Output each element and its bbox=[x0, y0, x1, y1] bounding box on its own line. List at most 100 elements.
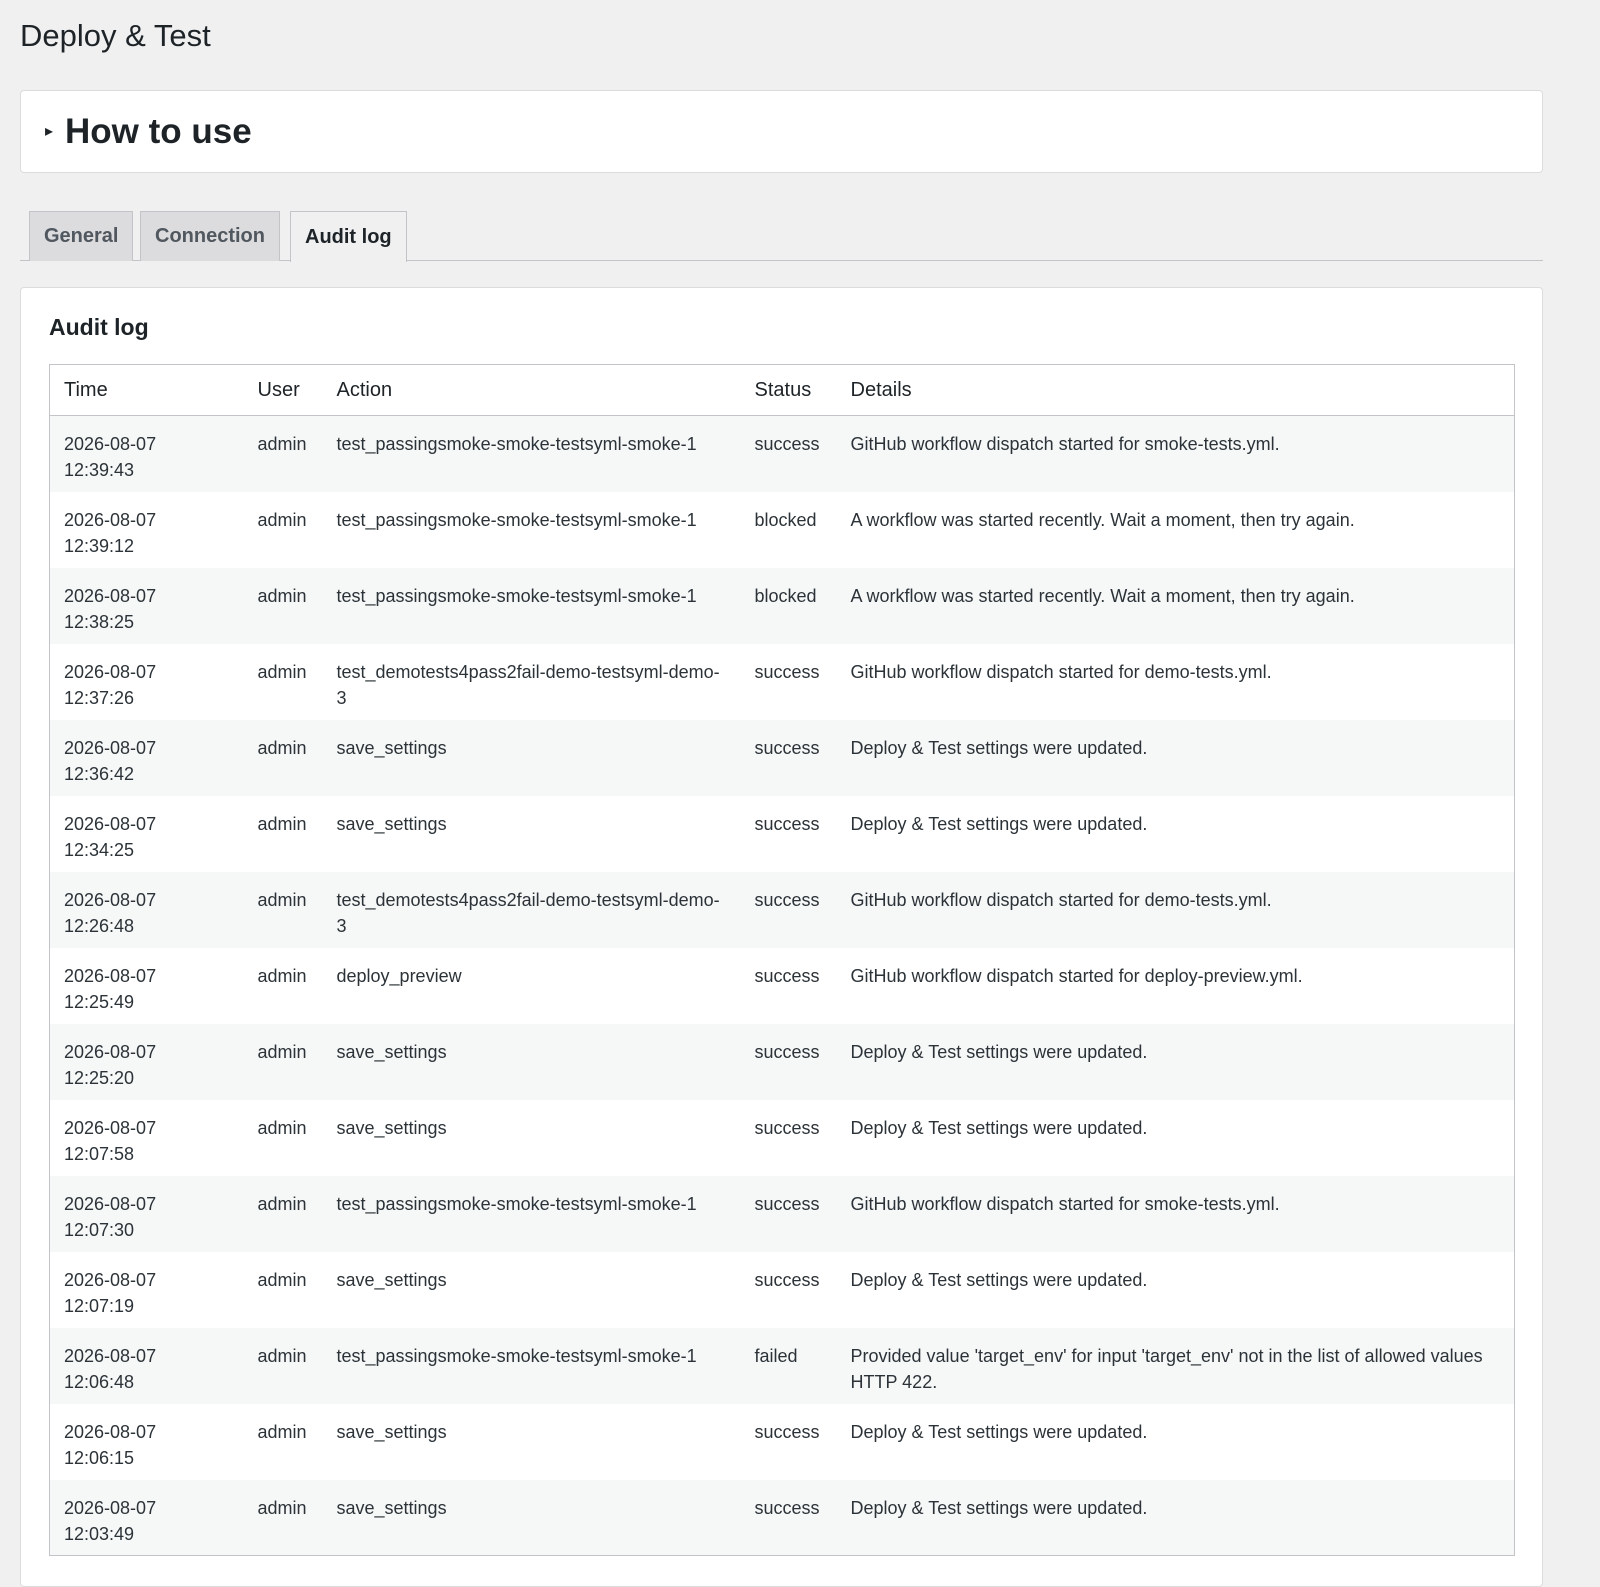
cell-time: 2026-08-07 12:36:42 bbox=[49, 719, 244, 796]
cell-status: success bbox=[740, 1023, 837, 1100]
cell-date-text: 2026-08-07 bbox=[64, 1117, 157, 1138]
cell-status: success bbox=[740, 719, 837, 796]
cell-user: admin bbox=[243, 643, 323, 720]
audit-log-rows: 2026-08-07 12:39:43 admin test_passingsmoke… bbox=[49, 415, 1515, 1556]
cell-time: 2026-08-07 12:25:49 bbox=[49, 947, 244, 1024]
cell-clock-text: 12:26:48 bbox=[64, 915, 135, 936]
column-header-action: Action bbox=[322, 364, 741, 416]
cell-date-text: 2026-08-07 bbox=[64, 434, 157, 454]
cell-details: Deploy & Test settings were updated. bbox=[836, 719, 1515, 796]
tab-general[interactable]: General bbox=[29, 211, 134, 261]
cell-status: success bbox=[740, 1403, 837, 1480]
cell-user: admin bbox=[243, 719, 323, 796]
cell-status: success bbox=[740, 795, 837, 872]
cell-time: 2026-08-07 12:34:25 bbox=[49, 795, 244, 872]
cell-date-text: 2026-08-07 bbox=[64, 1421, 157, 1442]
cell-time: 2026-08-07 12:07:58 bbox=[49, 1099, 244, 1176]
cell-time: 2026-08-07 12:25:20 bbox=[49, 1023, 244, 1100]
tab-bar: General Connection Audit log bbox=[20, 211, 1543, 262]
column-header-status: Status bbox=[740, 364, 837, 416]
cell-action: save_settings bbox=[322, 795, 741, 872]
table-row: 2026-08-07 12:34:25 admin save_settings succ… bbox=[49, 795, 1515, 872]
cell-time: 2026-08-07 12:38:25 bbox=[49, 567, 244, 644]
cell-details: Deploy & Test settings were updated. bbox=[836, 1023, 1515, 1100]
cell-clock-text: 12:07:58 bbox=[64, 1143, 135, 1164]
cell-action: test_demotests4pass2fail-demo-testsyml-d… bbox=[322, 643, 741, 720]
cell-date-text: 2026-08-07 bbox=[64, 813, 157, 834]
cell-status: blocked bbox=[740, 567, 837, 644]
audit-log-table: Time User Action Status Details 2026-08-… bbox=[49, 364, 1515, 1556]
tab-connection[interactable]: Connection bbox=[140, 211, 280, 261]
table-row: 2026-08-07 12:39:43 admin test_passingsmoke… bbox=[49, 415, 1515, 492]
table-row: 2026-08-07 12:25:20 admin save_settings succ… bbox=[49, 1023, 1515, 1100]
table-row: 2026-08-07 12:36:42 admin save_settings succ… bbox=[49, 719, 1515, 796]
cell-time: 2026-08-07 12:39:12 bbox=[49, 491, 244, 568]
triangle-right-icon: ▸ bbox=[45, 122, 54, 140]
cell-user: admin bbox=[243, 947, 323, 1024]
cell-date-text: 2026-08-07 bbox=[64, 889, 157, 910]
cell-time: 2026-08-07 12:07:19 bbox=[49, 1251, 244, 1328]
cell-details: Deploy & Test settings were updated. bbox=[836, 1251, 1515, 1328]
cell-user: admin bbox=[243, 871, 323, 948]
cell-clock-text: 12:36:42 bbox=[64, 763, 135, 784]
cell-details: GitHub workflow dispatch started for dep… bbox=[836, 947, 1515, 1024]
cell-details: A workflow was started recently. Wait a … bbox=[836, 491, 1515, 568]
cell-time: 2026-08-07 12:37:26 bbox=[49, 643, 244, 720]
cell-date-text: 2026-08-07 bbox=[64, 965, 157, 986]
how-to-use-title: How to use bbox=[65, 111, 252, 151]
cell-clock-text: 12:06:48 bbox=[64, 1371, 135, 1392]
cell-action: save_settings bbox=[322, 1251, 741, 1328]
cell-status: success bbox=[740, 1175, 837, 1252]
cell-action: test_passingsmoke-smoke-testsyml-smoke-1 bbox=[322, 567, 741, 644]
column-header-user: User bbox=[243, 364, 323, 416]
cell-clock-text: 12:07:30 bbox=[64, 1219, 135, 1240]
column-header-time: Time bbox=[49, 364, 244, 416]
table-row: 2026-08-07 12:06:48 admin test_passingsmoke… bbox=[49, 1327, 1515, 1404]
cell-action: deploy_preview bbox=[322, 947, 741, 1024]
cell-action: save_settings bbox=[322, 719, 741, 796]
cell-status: success bbox=[740, 643, 837, 720]
cell-date-text: 2026-08-07 bbox=[64, 1497, 157, 1518]
cell-time: 2026-08-07 12:39:43 bbox=[49, 415, 244, 492]
tab-audit-log[interactable]: Audit log bbox=[290, 211, 407, 262]
cell-clock-text: 12:39:43 bbox=[64, 460, 135, 480]
cell-details: Provided value 'target_env' for input 't… bbox=[836, 1327, 1515, 1404]
cell-details: Deploy & Test settings were updated. bbox=[836, 1403, 1515, 1480]
cell-action: test_passingsmoke-smoke-testsyml-smoke-1 bbox=[322, 1327, 741, 1404]
page-title: Deploy & Test bbox=[20, 18, 211, 53]
cell-time: 2026-08-07 12:26:48 bbox=[49, 871, 244, 948]
cell-status: success bbox=[740, 1479, 837, 1556]
cell-user: admin bbox=[243, 491, 323, 568]
cell-action: save_settings bbox=[322, 1023, 741, 1100]
audit-log-title: Audit log bbox=[49, 314, 149, 340]
table-row: 2026-08-07 12:25:49 admin deploy_preview suc… bbox=[49, 947, 1515, 1024]
cell-details: GitHub workflow dispatch started for dem… bbox=[836, 643, 1515, 720]
table-header-row: Time User Action Status Details bbox=[49, 364, 1515, 416]
cell-clock-text: 12:38:25 bbox=[64, 611, 135, 632]
cell-action: save_settings bbox=[322, 1479, 741, 1556]
cell-action: test_passingsmoke-smoke-testsyml-smoke-1 bbox=[322, 415, 741, 492]
cell-action: save_settings bbox=[322, 1099, 741, 1176]
table-row: 2026-08-07 12:38:25 admin test_passingsmoke… bbox=[49, 567, 1515, 644]
table-row: 2026-08-07 12:07:58 admin save_settings succ… bbox=[49, 1099, 1515, 1176]
cell-clock-text: 12:07:19 bbox=[64, 1295, 135, 1316]
cell-status: success bbox=[740, 1099, 837, 1176]
cell-user: admin bbox=[243, 1023, 323, 1100]
cell-user: admin bbox=[243, 1175, 323, 1252]
cell-details: GitHub workflow dispatch started for smo… bbox=[836, 1175, 1515, 1252]
cell-details: Deploy & Test settings were updated. bbox=[836, 1479, 1515, 1556]
cell-status: success bbox=[740, 871, 837, 948]
cell-date-text: 2026-08-07 bbox=[64, 509, 157, 530]
table-row: 2026-08-07 12:07:19 admin save_settings succ… bbox=[49, 1251, 1515, 1328]
table-row: 2026-08-07 12:39:12 admin test_passingsmoke… bbox=[49, 491, 1515, 568]
how-to-use-toggle[interactable]: ▸ How to use bbox=[20, 90, 1543, 173]
cell-clock-text: 12:37:26 bbox=[64, 687, 135, 708]
column-header-details: Details bbox=[836, 364, 1515, 416]
table-row: 2026-08-07 12:26:48 admin test_demotests4pa… bbox=[49, 871, 1515, 948]
cell-clock-text: 12:25:20 bbox=[64, 1067, 135, 1088]
cell-status: success bbox=[740, 947, 837, 1024]
cell-time: 2026-08-07 12:07:30 bbox=[49, 1175, 244, 1252]
cell-date-text: 2026-08-07 bbox=[64, 661, 157, 682]
cell-time: 2026-08-07 12:03:49 bbox=[49, 1479, 244, 1556]
table-row: 2026-08-07 12:06:15 admin save_settings succ… bbox=[49, 1403, 1515, 1480]
